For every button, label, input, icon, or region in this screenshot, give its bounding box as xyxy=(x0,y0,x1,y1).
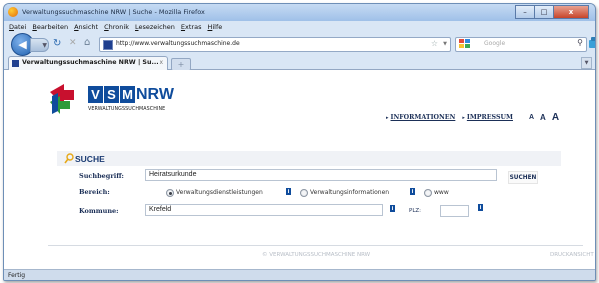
reload-icon: ↻ xyxy=(53,38,62,49)
menu-bearbeiten[interactable]: Bearbeiten xyxy=(32,23,68,31)
window-controls: – □ x xyxy=(515,5,589,19)
url-bar[interactable]: http://www.verwaltungssuchmaschine.de ☆ … xyxy=(99,37,451,52)
vsm-logo[interactable]: V S M NRW VERWALTUNGSSUCHMASCHINE xyxy=(48,82,206,122)
menu-datei[interactable]: Datei xyxy=(9,23,26,31)
status-bar: Fertig xyxy=(4,269,595,280)
maximize-button[interactable]: □ xyxy=(534,5,554,19)
radio-verwaltungsinformationen[interactable] xyxy=(300,189,308,197)
impressum-link[interactable]: IMPRESSUM xyxy=(462,114,513,121)
menu-chronik[interactable]: Chronik xyxy=(104,23,129,31)
font-size-large-button[interactable]: A xyxy=(552,112,559,123)
reload-button[interactable]: ↻ xyxy=(53,38,61,49)
minimize-button[interactable]: – xyxy=(515,5,535,19)
firefox-logo-icon xyxy=(8,7,18,17)
kommune-label: Kommune: xyxy=(79,207,119,215)
url-dropdown-icon[interactable]: ▼ xyxy=(443,41,447,47)
logo-letter-v: V xyxy=(88,86,103,103)
navigation-toolbar: ◀ ▼ ↻ ✕ ⌂ http://www.verwaltungssuchmasc… xyxy=(4,32,596,56)
nrw-arrow-icon xyxy=(50,84,74,114)
top-navigation: INFORMATIONEN IMPRESSUM A A A xyxy=(386,112,560,123)
info-icon[interactable]: i xyxy=(390,205,395,212)
search-icon[interactable]: ⚲ xyxy=(577,38,583,47)
tab-strip: Verwaltungssuchmaschine NRW | Su... x + … xyxy=(4,54,595,71)
info-icon[interactable]: i xyxy=(410,188,415,195)
info-icon[interactable]: i xyxy=(286,188,291,195)
font-size-small-button[interactable]: A xyxy=(529,114,534,121)
star-icon[interactable]: ☆ xyxy=(431,39,438,48)
page-content: V S M NRW VERWALTUNGSSUCHMASCHINE INFORM… xyxy=(4,70,595,269)
search-bar[interactable]: Google ⚲ xyxy=(455,37,587,52)
search-placeholder: Google xyxy=(484,40,506,47)
menu-ansicht[interactable]: Ansicht xyxy=(74,23,98,31)
tab-list-icon[interactable]: ▼ xyxy=(581,57,592,69)
radio-www[interactable] xyxy=(424,189,432,197)
logo-region: NRW xyxy=(136,86,174,103)
browser-window: Verwaltungssuchmaschine NRW | Suche - Mo… xyxy=(3,3,596,281)
radio-label-informationen: Verwaltungsinformationen xyxy=(310,189,390,196)
menu-lesezeichen[interactable]: Lesezeichen xyxy=(135,23,175,31)
menu-hilfe[interactable]: Hilfe xyxy=(207,23,222,31)
stop-icon: ✕ xyxy=(69,38,77,48)
back-icon: ◀ xyxy=(18,38,27,51)
tab-favicon-icon xyxy=(12,60,19,67)
tab-vsm[interactable]: Verwaltungssuchmaschine NRW | Su... x xyxy=(8,56,168,70)
font-size-medium-button[interactable]: A xyxy=(540,113,546,122)
footer-copyright: © VERWALTUNGSSUCHMASCHINE NRW xyxy=(262,252,371,258)
home-icon: ⌂ xyxy=(84,37,91,48)
window-title: Verwaltungssuchmaschine NRW | Suche - Mo… xyxy=(22,8,205,16)
logo-subtitle: VERWALTUNGSSUCHMASCHINE xyxy=(88,107,166,112)
section-title: SUCHE xyxy=(75,154,105,164)
footer-divider xyxy=(48,245,583,246)
tab-label: Verwaltungssuchmaschine NRW | Su... xyxy=(22,59,159,66)
tab-close-icon[interactable]: x xyxy=(159,59,163,66)
search-submit-button[interactable]: SUCHEN xyxy=(508,171,538,184)
info-icon[interactable]: i xyxy=(478,204,483,211)
search-section-header: SUCHE xyxy=(57,151,561,166)
kommune-input[interactable]: Krefeld xyxy=(145,204,383,216)
menu-bar: Datei Bearbeiten Ansicht Chronik Lesezei… xyxy=(4,21,595,32)
status-text: Fertig xyxy=(8,272,26,279)
plz-label: PLZ: xyxy=(409,208,422,214)
suchbegriff-label: Suchbegriff: xyxy=(79,172,124,180)
radio-verwaltungsdienstleistungen[interactable] xyxy=(166,189,174,197)
informationen-link[interactable]: INFORMATIONEN xyxy=(386,114,456,121)
forward-button[interactable]: ▼ xyxy=(30,38,49,52)
close-button[interactable]: x xyxy=(553,5,589,19)
url-text: http://www.verwaltungssuchmaschine.de xyxy=(116,40,240,47)
druckansicht-link[interactable]: DRUCKANSICHT xyxy=(550,252,594,258)
logo-letter-m: M xyxy=(120,86,135,103)
title-bar: Verwaltungssuchmaschine NRW | Suche - Mo… xyxy=(4,4,595,21)
radio-label-dienstleistungen: Verwaltungsdienstleistungen xyxy=(176,189,263,196)
logo-letter-s: S xyxy=(104,86,119,103)
bereich-label: Bereich: xyxy=(79,188,110,196)
addon-icon[interactable] xyxy=(589,37,596,49)
plz-input[interactable] xyxy=(440,205,469,217)
site-favicon-icon xyxy=(103,40,113,50)
radio-label-www: www xyxy=(434,189,449,196)
google-engine-icon[interactable] xyxy=(459,39,471,49)
suchbegriff-input[interactable]: Heiratsurkunde xyxy=(145,169,497,181)
stop-button[interactable]: ✕ xyxy=(69,38,77,48)
magnifier-icon xyxy=(64,153,74,164)
menu-extras[interactable]: Extras xyxy=(181,23,202,31)
home-button[interactable]: ⌂ xyxy=(84,37,90,48)
forward-icon: ▼ xyxy=(42,41,47,49)
